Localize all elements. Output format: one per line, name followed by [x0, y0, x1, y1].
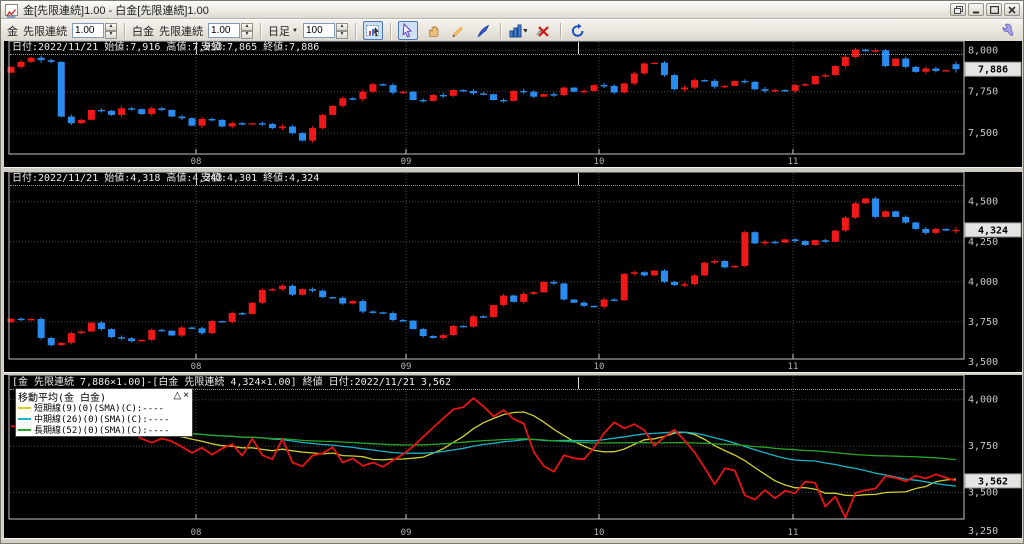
- month-tick-label: 11: [788, 157, 799, 167]
- panel-splitter[interactable]: [4, 167, 1022, 172]
- legend-item-long-ma: 長期線(52)(0)(SMA)(C):----: [18, 424, 190, 436]
- chart-window: 金[先限連続]1.00 - 白金[先限連続]1.00 金 先限連続 ▲ ▼: [0, 0, 1024, 544]
- legend-close-icon[interactable]: ×: [182, 391, 190, 401]
- platinum-ohlc-info-left: 日付:2022/11/21 始値:4,318 高値:4,343: [12, 173, 223, 184]
- month-tick-label: 10: [594, 528, 605, 538]
- info-divider: [196, 42, 197, 54]
- y-axis-label: 7,500: [968, 128, 998, 139]
- y-axis-label: 3,500: [968, 487, 998, 498]
- y-axis-label: 4,000: [968, 395, 998, 406]
- gold-candles: [7, 48, 960, 143]
- month-tick-label: 10: [594, 362, 605, 372]
- info-divider: [578, 173, 579, 185]
- legend-collapse-icon[interactable]: △: [172, 391, 182, 401]
- platinum-candles: [7, 196, 960, 347]
- y-axis-label: 3,750: [968, 441, 998, 452]
- window-bottom-edge: [1, 538, 1023, 543]
- y-axis-label: 4,000: [968, 277, 998, 288]
- y-axis-label: 3,750: [968, 317, 998, 328]
- plot-border: [8, 40, 965, 155]
- mid-ma-swatch: [18, 417, 31, 420]
- y-axis-label: 3,500: [968, 357, 998, 368]
- month-tick-label: 09: [401, 362, 412, 372]
- platinum-ohlc-info-right: 安値:4,301 終値:4,324: [201, 173, 320, 184]
- gold-info-bar: 日付:2022/11/21 始値:7,916 高値:7,933 安値:7,865…: [10, 42, 964, 55]
- y-axis-label: 3,250: [968, 526, 998, 537]
- long-ma-swatch: [18, 428, 31, 431]
- info-divider: [196, 173, 197, 185]
- y-axis-label: 4,500: [968, 197, 998, 208]
- gold-ohlc-info-right: 安値:7,865 終値:7,886: [201, 42, 320, 53]
- chart-panel-0: 08 09 10 11 8,000 7,750 7,500 7,886: [7, 40, 1022, 167]
- y-axis-label: 8,000: [968, 45, 998, 56]
- platinum-info-bar: 日付:2022/11/21 始値:4,318 高値:4,343 安値:4,301…: [10, 173, 964, 186]
- price-charts-svg[interactable]: 08 09 10 11 8,000 7,750 7,500 7,886 08 09 10 11 4,50…: [1, 1, 1024, 544]
- month-tick-label: 09: [401, 157, 412, 167]
- month-tick-label: 08: [191, 157, 202, 167]
- y-axis-label: 7,750: [968, 87, 998, 98]
- month-tick-label: 08: [191, 528, 202, 538]
- month-tick-label: 09: [401, 528, 412, 538]
- info-divider: [578, 377, 579, 389]
- current-price-value: 4,324: [978, 225, 1008, 236]
- moving-average-legend[interactable]: 移動平均(金 白金) △ × 短期線(9)(0)(SMA)(C):---- 中期…: [15, 388, 193, 437]
- panel-splitter[interactable]: [4, 372, 1022, 375]
- y-axis-label: 4,250: [968, 237, 998, 248]
- info-divider: [578, 42, 579, 54]
- short-ma-swatch: [18, 406, 31, 409]
- month-tick-label: 11: [788, 528, 799, 538]
- month-tick-label: 11: [788, 362, 799, 372]
- month-tick-label: 10: [594, 157, 605, 167]
- chart-panel-1: 08 09 10 11 4,500 4,250 4,000 3,750 3,500 4,324: [7, 171, 1022, 372]
- current-price-value: 3,562: [978, 476, 1008, 487]
- current-price-value: 7,886: [978, 65, 1008, 76]
- month-tick-label: 08: [191, 362, 202, 372]
- gold-ohlc-info-left: 日付:2022/11/21 始値:7,916 高値:7,933: [12, 42, 223, 53]
